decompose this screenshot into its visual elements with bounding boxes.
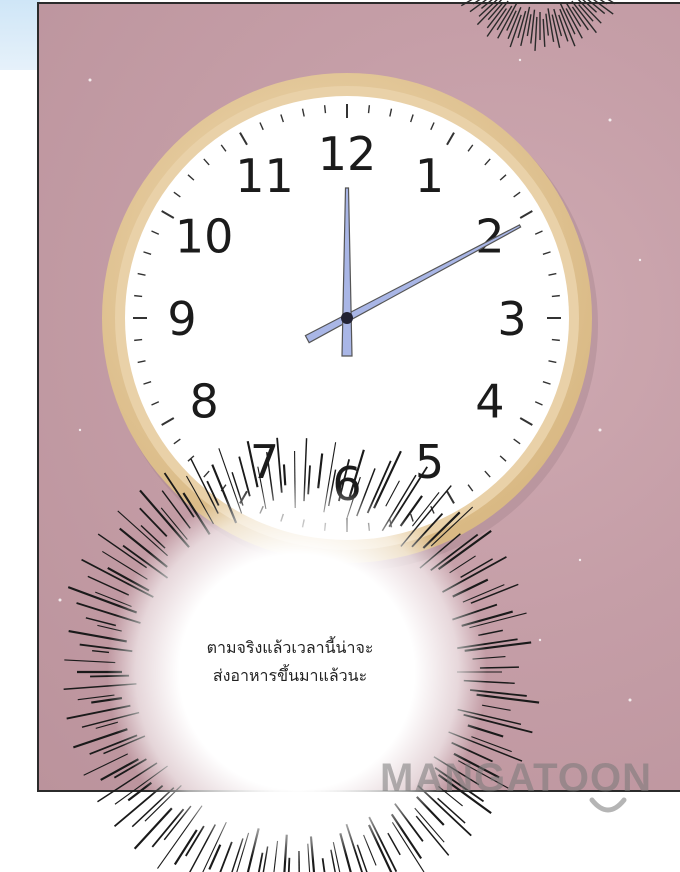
top-burst-line [547,8,555,42]
clock-center-pin [341,312,353,324]
burst-line [173,829,198,866]
clock-tick [134,294,143,298]
clock-numeral: 1 [415,149,444,203]
clock-numeral: 11 [235,149,294,203]
clock-numeral: 12 [318,127,377,181]
burst-line [208,844,222,870]
top-burst-line [551,14,561,48]
clock-scene: 12 1234567891011 [58,0,642,872]
burst-line [87,575,130,596]
clock-tick [323,105,327,114]
speech-bubble-text: ตามจริงแล้วเวลานี้น่าจะ ส่งอาหารขึ้นมาแล… [150,634,430,690]
burst-line [83,753,129,776]
burst-line [92,649,110,654]
burst-line [437,797,466,824]
clock-numeral: 10 [175,210,234,264]
burst-line [476,693,540,704]
speech-line-1: ตามจริงแล้วเวลานี้น่าจะ [206,638,374,657]
burst-line [139,507,168,537]
top-burst-line [526,14,532,37]
top-burst-line [486,8,508,37]
top-burst-line [542,18,546,47]
clock-tick [551,338,560,342]
watermark-smile-icon [589,797,627,813]
top-burst-line [534,16,538,51]
top-burst-line [517,10,527,39]
clock-numeral: 7 [250,435,279,489]
clock-numeral: 3 [497,292,526,346]
clock-numeral: 9 [167,292,196,346]
top-burst-line [545,13,550,36]
burst-line [97,533,148,569]
burst-line [415,815,450,856]
burst-line [321,858,326,872]
burst-line [481,704,511,711]
clock-tick [367,105,371,114]
burst-line [282,464,287,486]
top-burst-line [553,8,563,37]
watermark-logo: MANGATOON [380,756,652,800]
speech-line-2: ส่งอาหารขึ้นมาแล้วนะ [212,666,368,685]
top-burst-lines [460,0,616,51]
clock-numeral: 8 [189,375,218,429]
top-burst-line [497,2,518,39]
burst-line [133,807,173,850]
clock-tick [134,338,143,342]
clock-tick [551,294,560,298]
burst-line [85,617,117,627]
clock-numeral: 4 [475,375,504,429]
burst-line [470,583,519,604]
